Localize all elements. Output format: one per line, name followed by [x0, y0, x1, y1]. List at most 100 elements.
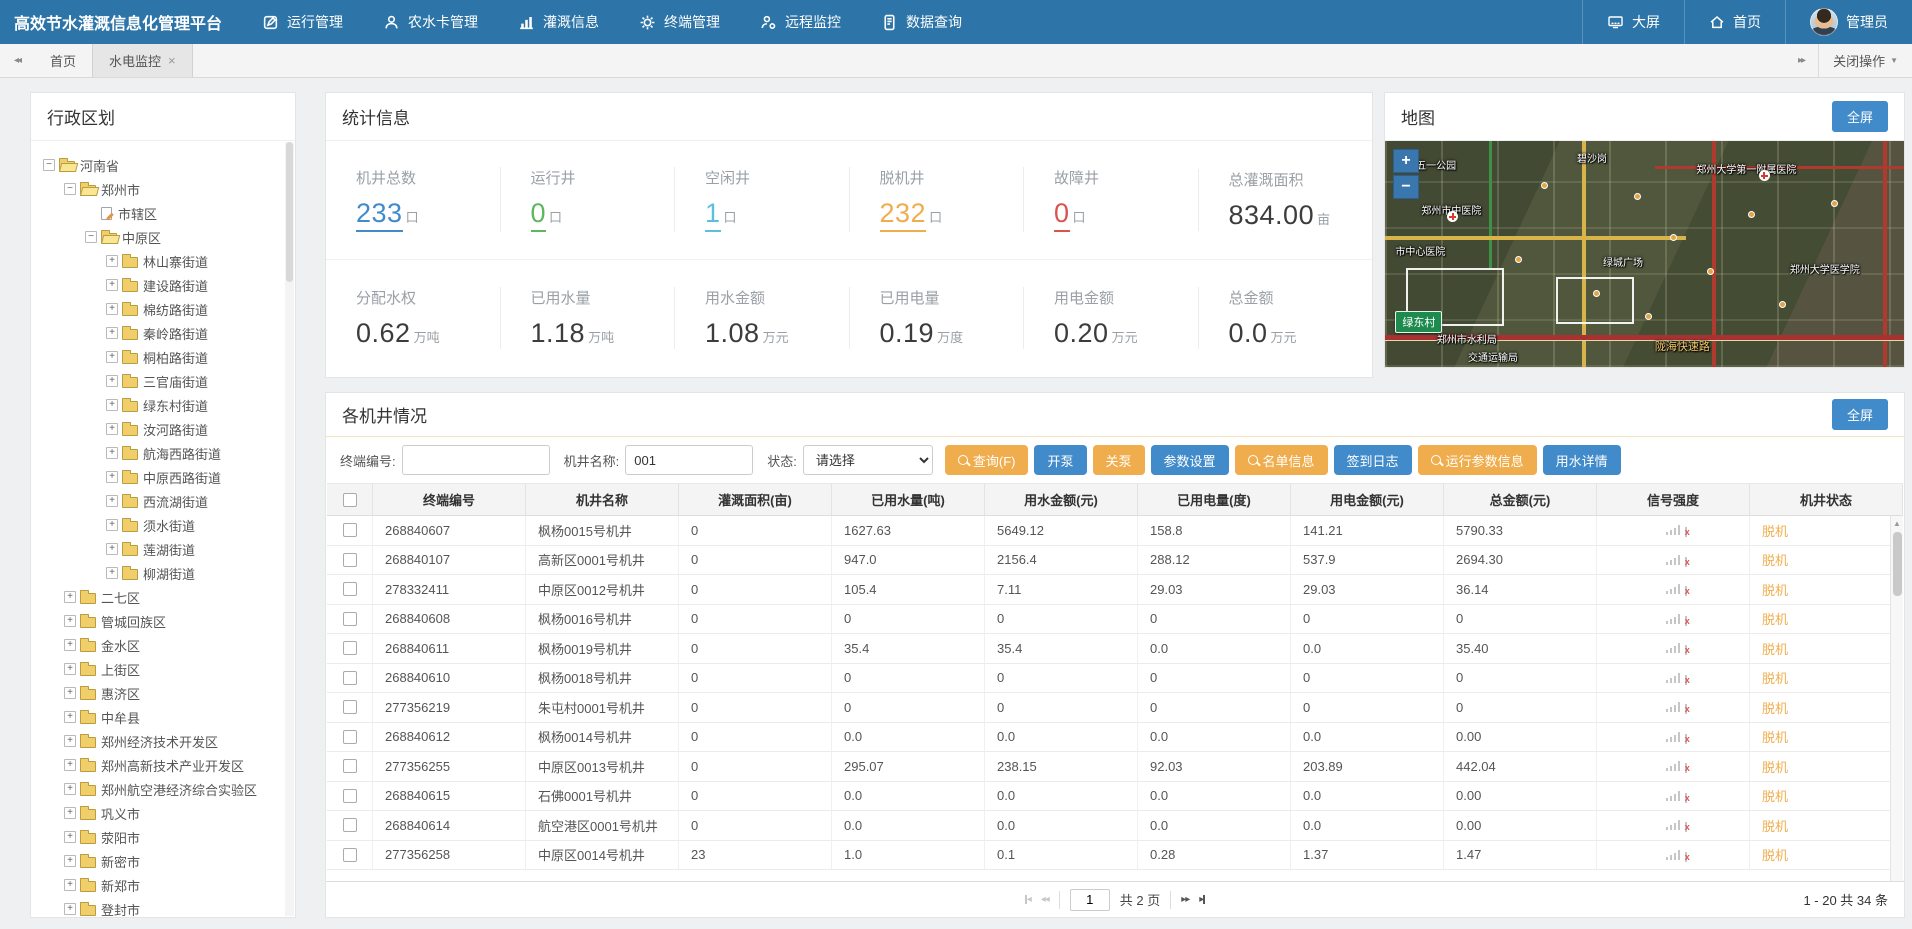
tree-node[interactable]: − 郑州市 [37, 177, 291, 201]
tree-expander-icon[interactable]: + [64, 759, 76, 771]
tree-expander-icon[interactable]: + [106, 543, 118, 555]
action-button-5[interactable]: 名单信息 [1234, 445, 1328, 475]
well-name-input[interactable] [625, 445, 754, 475]
tree-expander-icon[interactable]: + [64, 687, 76, 699]
tree-expander-icon[interactable]: + [106, 567, 118, 579]
select-all-checkbox[interactable] [342, 492, 357, 507]
user-menu[interactable]: 管理员 [1785, 0, 1912, 44]
tabs-scroll-left[interactable]: ◂◂ [0, 44, 34, 77]
tree-expander-icon[interactable]: + [106, 303, 118, 315]
tree-expander-icon[interactable]: + [106, 471, 118, 483]
tree-expander-icon[interactable]: + [106, 351, 118, 363]
tree-node[interactable]: + 荥阳市 [37, 825, 291, 849]
action-button-3[interactable]: 关泵 [1092, 445, 1145, 475]
tree-node[interactable]: + 管城回族区 [37, 609, 291, 633]
close-operations-dropdown[interactable]: 关闭操作 ▼ [1818, 44, 1912, 77]
tree-expander-icon[interactable]: + [64, 615, 76, 627]
tree-node[interactable]: + 郑州航空港经济综合实验区 [37, 777, 291, 801]
page-number-input[interactable] [1069, 888, 1110, 911]
tree-node[interactable]: + 西流湖街道 [37, 489, 291, 513]
row-checkbox[interactable] [342, 847, 357, 862]
tree-expander-icon[interactable]: + [106, 399, 118, 411]
row-checkbox[interactable] [342, 788, 357, 803]
tree-node[interactable]: − 河南省 [37, 153, 291, 177]
wells-fullscreen-button[interactable]: 全屏 [1831, 399, 1888, 430]
scroll-up-icon[interactable]: ▲ [1891, 516, 1903, 528]
tree-node[interactable]: + 绿东村街道 [37, 393, 291, 417]
menu-item-3[interactable]: 灌溉信息 [498, 0, 619, 44]
tree-node[interactable]: + 汝河路街道 [37, 417, 291, 441]
tree-node[interactable]: + 秦岭路街道 [37, 321, 291, 345]
tree-expander-icon[interactable]: + [64, 591, 76, 603]
row-checkbox[interactable] [342, 582, 357, 597]
zoom-in-button[interactable]: + [1393, 149, 1419, 173]
big-screen-button[interactable]: 大屏 [1582, 0, 1684, 44]
tree-node[interactable]: + 建设路街道 [37, 273, 291, 297]
tree-node[interactable]: + 二七区 [37, 585, 291, 609]
tree-node[interactable]: + 郑州高新技术产业开发区 [37, 753, 291, 777]
row-checkbox[interactable] [342, 552, 357, 567]
tree-expander-icon[interactable]: − [85, 231, 97, 243]
tree-node[interactable]: + 登封市 [37, 897, 291, 917]
tree-node[interactable]: + 棉纺路街道 [37, 297, 291, 321]
action-button-8[interactable]: 用水详情 [1542, 445, 1621, 475]
next-page-button[interactable]: ▸▸ [1181, 894, 1190, 905]
tree-node[interactable]: 市辖区 [37, 201, 291, 225]
menu-item-5[interactable]: 远程监控 [740, 0, 861, 44]
tree-expander-icon[interactable]: + [106, 495, 118, 507]
tree-expander-icon[interactable]: + [64, 735, 76, 747]
terminal-id-input[interactable] [401, 445, 550, 475]
tree-node[interactable]: + 中牟县 [37, 705, 291, 729]
tree-node[interactable]: + 金水区 [37, 633, 291, 657]
tree-node[interactable]: + 莲湖街道 [37, 537, 291, 561]
row-checkbox[interactable] [342, 641, 357, 656]
map-fullscreen-button[interactable]: 全屏 [1831, 101, 1888, 132]
menu-item-1[interactable]: 运行管理 [242, 0, 363, 44]
menu-item-2[interactable]: 农水卡管理 [363, 0, 498, 44]
tree-node[interactable]: + 航海西路街道 [37, 441, 291, 465]
tree-expander-icon[interactable]: − [43, 159, 55, 171]
tabs-scroll-right[interactable]: ▸▸ [1784, 44, 1818, 77]
action-button-1[interactable]: 查询(F) [944, 445, 1029, 475]
tree-expander-icon[interactable]: + [64, 639, 76, 651]
tree-expander-icon[interactable]: + [106, 519, 118, 531]
row-checkbox[interactable] [342, 818, 357, 833]
tree-node[interactable]: + 郑州经济技术开发区 [37, 729, 291, 753]
tab-home[interactable]: 首页 [34, 44, 92, 77]
prev-page-button[interactable]: ◂◂ [1041, 894, 1050, 905]
row-checkbox[interactable] [342, 670, 357, 685]
last-page-button[interactable]: ▸ [1199, 894, 1206, 905]
tree-node[interactable]: + 新郑市 [37, 873, 291, 897]
zoom-out-button[interactable]: − [1393, 175, 1419, 199]
map-canvas[interactable]: 五一公园碧沙岗郑州大学第一附属医院郑州市中医院市中心医院绿城广场郑州大学医学院郑… [1385, 141, 1904, 367]
tree-node[interactable]: + 桐柏路街道 [37, 345, 291, 369]
row-checkbox[interactable] [342, 700, 357, 715]
tab-hydro-monitor[interactable]: 水电监控 × [92, 44, 193, 77]
tree-expander-icon[interactable]: + [64, 663, 76, 675]
first-page-button[interactable]: ◂ [1024, 894, 1032, 905]
tree-expander-icon[interactable]: + [106, 447, 118, 459]
tree-expander-icon[interactable]: + [64, 807, 76, 819]
tree-node[interactable]: + 中原西路街道 [37, 465, 291, 489]
tree-node[interactable]: + 三官庙街道 [37, 369, 291, 393]
tab-close-icon[interactable]: × [168, 53, 176, 68]
row-checkbox[interactable] [342, 729, 357, 744]
tree-expander-icon[interactable]: + [64, 831, 76, 843]
tree-expander-icon[interactable]: + [106, 375, 118, 387]
home-button[interactable]: 首页 [1684, 0, 1785, 44]
tree-node[interactable]: + 须水街道 [37, 513, 291, 537]
tree-expander-icon[interactable]: + [64, 855, 76, 867]
tree-expander-icon[interactable]: + [106, 327, 118, 339]
tree-node[interactable]: + 上街区 [37, 657, 291, 681]
tree-node[interactable]: + 林山寨街道 [37, 249, 291, 273]
tree-expander-icon[interactable]: + [64, 879, 76, 891]
action-button-7[interactable]: 运行参数信息 [1417, 445, 1537, 475]
action-button-6[interactable]: 签到日志 [1333, 445, 1412, 475]
tree-expander-icon[interactable]: + [64, 711, 76, 723]
tree-node[interactable]: − 中原区 [37, 225, 291, 249]
status-select[interactable]: 请选择 [802, 445, 933, 475]
menu-item-6[interactable]: 数据查询 [861, 0, 982, 44]
action-button-2[interactable]: 开泵 [1034, 445, 1087, 475]
row-checkbox[interactable] [342, 759, 357, 774]
action-button-4[interactable]: 参数设置 [1150, 445, 1229, 475]
